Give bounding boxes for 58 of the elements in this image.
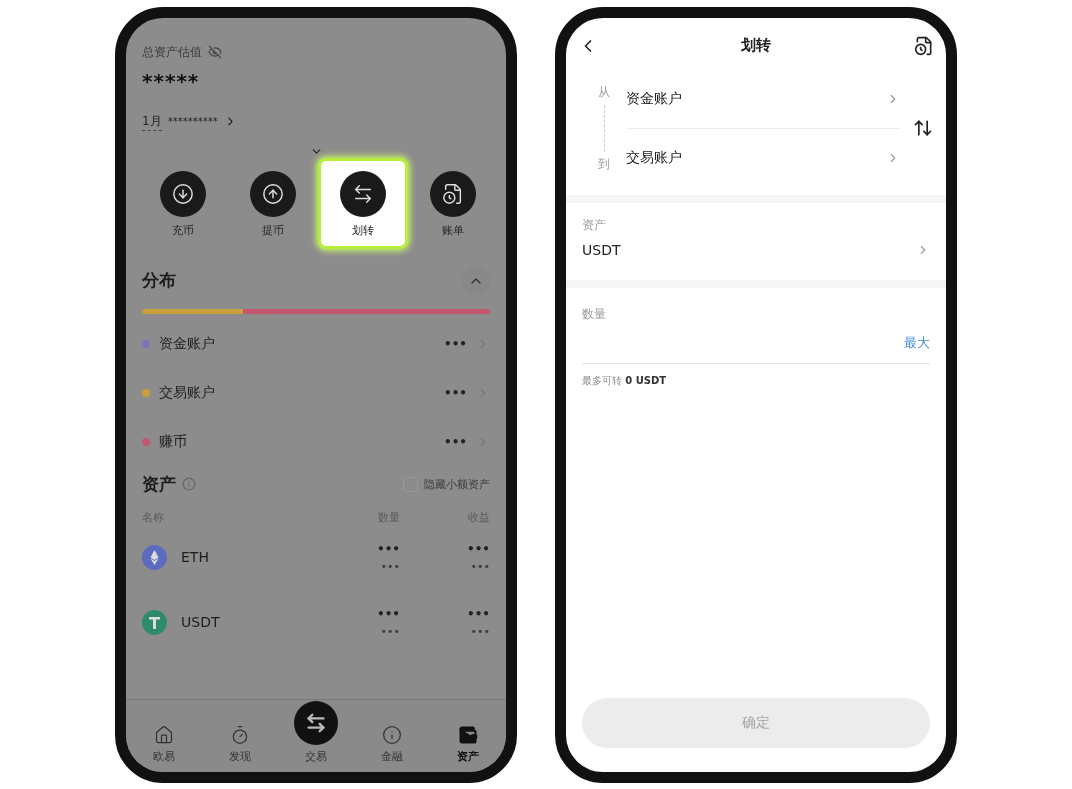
nav-icon <box>458 724 478 745</box>
action-button[interactable]: 提币 <box>228 157 318 249</box>
from-label: 从 <box>598 83 610 101</box>
coin-name[interactable]: USDT <box>181 614 220 630</box>
field-label: 数量 <box>582 305 607 323</box>
checkbox-label[interactable]: 隐藏小额资产 <box>424 476 490 492</box>
section-title: 资产 <box>142 472 176 496</box>
nav-tab[interactable]: 交易 <box>278 699 354 766</box>
account-value: ••• <box>444 435 467 449</box>
action-button[interactable]: 划转 <box>318 157 408 249</box>
account-select[interactable]: 交易账户 <box>626 128 900 187</box>
amount-sub: ••• <box>380 624 400 638</box>
action-button[interactable]: 充币 <box>138 157 228 249</box>
account-name[interactable]: 资金账户 <box>159 335 435 353</box>
available-text: 最多可转 0 USDT <box>582 373 668 388</box>
account-select[interactable]: 资金账户 <box>626 69 900 128</box>
action-icon <box>262 182 284 205</box>
account-value: ••• <box>444 337 467 351</box>
amount-value: ••• <box>377 541 400 556</box>
field-label: 资产 <box>582 216 607 234</box>
asset-select[interactable]: USDT <box>582 241 930 266</box>
info-icon[interactable] <box>182 477 196 491</box>
action-icon <box>442 182 464 205</box>
to-label: 到 <box>598 155 610 173</box>
month-label[interactable]: 1月 <box>142 112 162 131</box>
page-title: 划转 <box>740 36 772 55</box>
nav-icon <box>382 724 402 745</box>
nav-tab[interactable]: 发现 <box>202 699 278 766</box>
nav-tab[interactable]: 金融 <box>354 699 430 766</box>
earnings-value: ••• <box>467 541 490 556</box>
action-icon <box>352 182 374 205</box>
account-name[interactable]: 赚币 <box>159 433 435 451</box>
amount-input[interactable]: 最大 <box>582 322 930 364</box>
action-button[interactable]: 账单 <box>408 157 498 249</box>
collapse-button[interactable] <box>462 266 490 295</box>
file-clock-icon <box>914 35 934 56</box>
total-value: ***** <box>142 68 201 93</box>
earnings-sub: ••• <box>470 559 490 573</box>
swap-icon <box>913 118 933 138</box>
nav-tab[interactable]: 资产 <box>430 699 506 766</box>
nav-icon <box>154 724 174 745</box>
month-value: ********** <box>167 116 218 127</box>
coin-name[interactable]: ETH <box>181 549 209 565</box>
nav-icon <box>230 724 250 745</box>
action-icon <box>172 182 194 205</box>
total-label: 总资产估值 <box>142 43 202 61</box>
account-value: ••• <box>444 386 467 400</box>
nav-tab[interactable]: 欧易 <box>126 699 202 766</box>
max-link[interactable]: 最大 <box>904 333 930 352</box>
earnings-sub: ••• <box>470 624 490 638</box>
amount-value: ••• <box>377 606 400 621</box>
swap-icon <box>305 711 327 734</box>
eye-off-icon[interactable] <box>208 45 222 59</box>
history-button[interactable] <box>914 35 934 56</box>
amount-sub: ••• <box>380 559 400 573</box>
earnings-value: ••• <box>467 606 490 621</box>
account-name[interactable]: 交易账户 <box>159 384 435 402</box>
section-title: 分布 <box>142 269 176 292</box>
